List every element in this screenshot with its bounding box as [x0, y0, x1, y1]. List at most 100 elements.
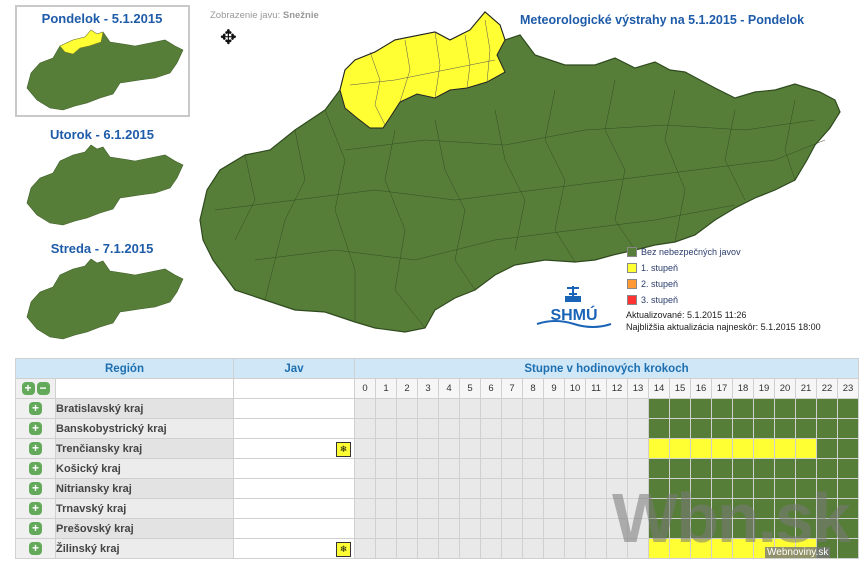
hour-header: 21: [795, 378, 817, 399]
expand-all-cell[interactable]: + −: [15, 378, 56, 399]
expand-row-cell[interactable]: +: [15, 458, 56, 479]
hour-cell: [564, 478, 586, 499]
hour-cell: [501, 478, 523, 499]
thumb-title-wednesday[interactable]: Streda - 7.1.2015: [2, 241, 202, 256]
hour-header: 23: [837, 378, 859, 399]
hour-cell: [522, 398, 544, 419]
hour-cell: [774, 458, 796, 479]
hour-header: 20: [774, 378, 796, 399]
hour-cell: [417, 518, 439, 539]
watermark: Wbn.sk: [612, 479, 851, 557]
expand-all-icon[interactable]: +: [21, 382, 35, 395]
legend-swatch-red: [627, 295, 637, 305]
region-name: Nitriansky kraj: [55, 478, 234, 499]
empty-cell: [55, 378, 234, 399]
expand-icon[interactable]: +: [29, 402, 42, 415]
hour-cell: [417, 538, 439, 559]
thumb-title-monday[interactable]: Pondelok - 5.1.2015: [2, 11, 202, 26]
expand-row-cell[interactable]: +: [15, 518, 56, 539]
hour-cell: [627, 418, 649, 439]
header-jav: Jav: [233, 358, 355, 379]
expand-icon[interactable]: +: [29, 422, 42, 435]
expand-icon[interactable]: +: [29, 522, 42, 535]
hour-cell: [606, 398, 628, 419]
hour-header: 2: [396, 378, 418, 399]
expand-row-cell[interactable]: +: [15, 418, 56, 439]
phenomenon-cell: [233, 398, 355, 419]
thumb-map-monday[interactable]: [25, 28, 185, 112]
collapse-all-icon[interactable]: −: [36, 382, 50, 395]
expand-row-cell[interactable]: +: [15, 498, 56, 519]
hour-header: 8: [522, 378, 544, 399]
hour-cell: [732, 398, 754, 419]
thumb-title-tuesday[interactable]: Utorok - 6.1.2015: [2, 127, 202, 142]
hour-cell: [690, 398, 712, 419]
updated-text: Aktualizované: 5.1.2015 11:26: [626, 310, 747, 320]
region-name: Prešovský kraj: [55, 518, 234, 539]
hour-cell: [816, 418, 838, 439]
expand-icon[interactable]: +: [29, 502, 42, 515]
table-row[interactable]: + Banskobystrický kraj: [15, 418, 859, 439]
expand-icon[interactable]: +: [29, 482, 42, 495]
hour-header: 9: [543, 378, 565, 399]
hour-cell: [396, 518, 418, 539]
expand-icon[interactable]: +: [29, 442, 42, 455]
expand-icon[interactable]: +: [29, 462, 42, 475]
header-region: Región: [15, 358, 234, 379]
hour-cell: [795, 458, 817, 479]
snowflake-icon: ❄: [336, 542, 351, 557]
hour-cell: [501, 498, 523, 519]
hour-cell: [711, 458, 733, 479]
hour-cell: [648, 458, 670, 479]
expand-row-cell[interactable]: +: [15, 438, 56, 459]
hour-cell: [375, 418, 397, 439]
table-row[interactable]: + Košický kraj: [15, 458, 859, 479]
expand-icon[interactable]: +: [29, 542, 42, 555]
hour-header: 1: [375, 378, 397, 399]
hour-cell: [522, 518, 544, 539]
hour-cell: [774, 398, 796, 419]
hour-cell: [375, 398, 397, 419]
hour-cell: [354, 538, 376, 559]
legend-item-level2: 2. stupeň: [627, 279, 678, 289]
hour-cell: [753, 458, 775, 479]
hour-cell: [480, 518, 502, 539]
expand-row-cell[interactable]: +: [15, 398, 56, 419]
expand-row-cell[interactable]: +: [15, 478, 56, 499]
hour-cell: [564, 538, 586, 559]
hour-cell: [837, 398, 859, 419]
hour-cell: [438, 478, 460, 499]
hour-cell: [501, 398, 523, 419]
hour-header: 13: [627, 378, 649, 399]
hour-cell: [375, 478, 397, 499]
hour-cell: [375, 458, 397, 479]
phenomenon-cell: [233, 458, 355, 479]
hour-cell: [774, 418, 796, 439]
empty-cell: [233, 378, 355, 399]
hour-header: 3: [417, 378, 439, 399]
hour-cell: [543, 538, 565, 559]
hour-header: 4: [438, 378, 460, 399]
hour-cell: [417, 498, 439, 519]
table-row[interactable]: + Trenčiansky kraj ❄: [15, 438, 859, 459]
thumb-map-wednesday[interactable]: [25, 257, 185, 341]
hour-cell: [816, 438, 838, 459]
table-row[interactable]: + Bratislavský kraj: [15, 398, 859, 419]
legend-item-level1: 1. stupeň: [627, 263, 678, 273]
hour-cell: [543, 458, 565, 479]
hour-cell: [501, 518, 523, 539]
hour-cell: [753, 398, 775, 419]
expand-row-cell[interactable]: +: [15, 538, 56, 559]
hour-cell: [543, 498, 565, 519]
hour-cell: [417, 418, 439, 439]
thumb-map-tuesday[interactable]: [25, 143, 185, 227]
hour-cell: [753, 438, 775, 459]
main-warning-map[interactable]: [195, 10, 855, 340]
hour-cell: [816, 458, 838, 479]
hour-cell: [585, 518, 607, 539]
hour-cell: [627, 438, 649, 459]
hour-cell: [354, 478, 376, 499]
hour-cell: [795, 438, 817, 459]
hour-cell: [459, 538, 481, 559]
hour-cell: [459, 458, 481, 479]
